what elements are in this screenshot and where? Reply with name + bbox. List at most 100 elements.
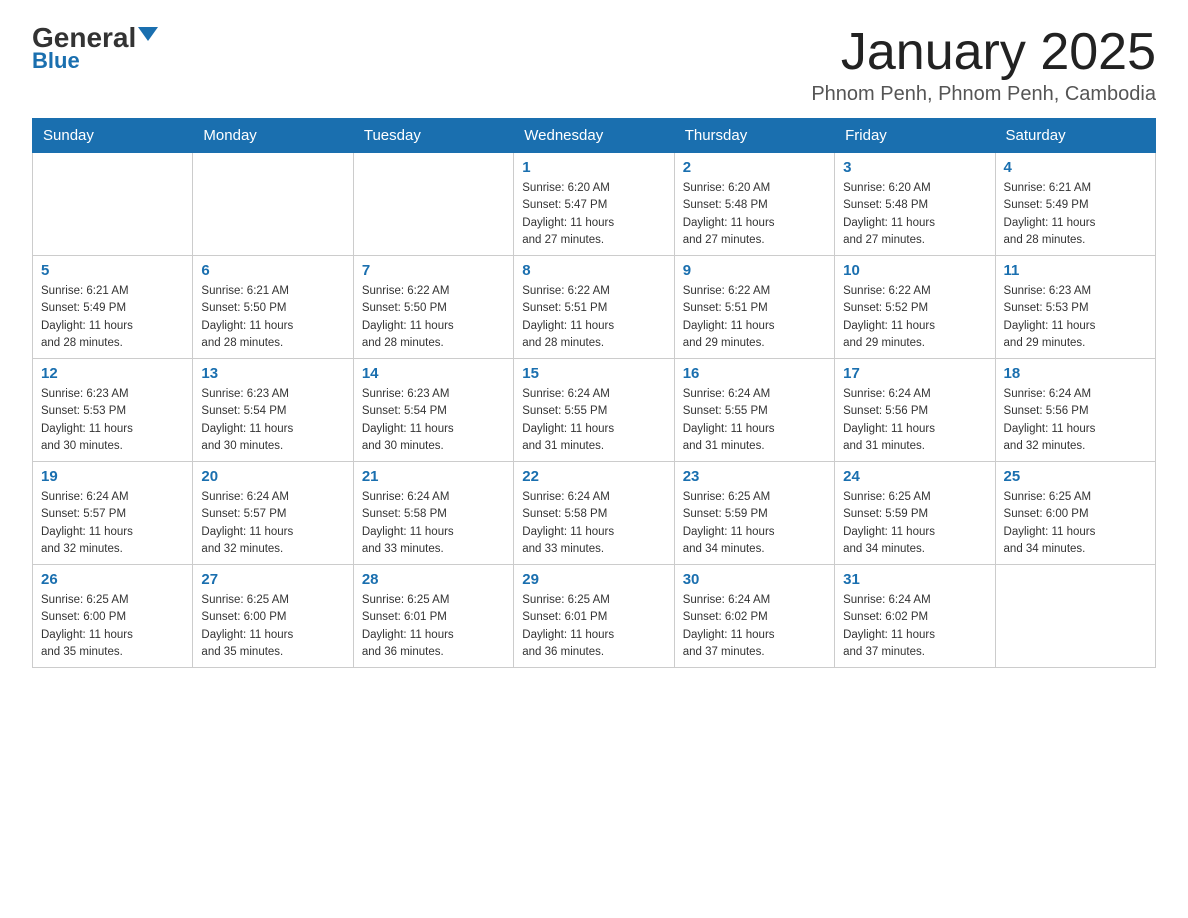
page-header: General Blue January 2025 Phnom Penh, Ph…	[32, 24, 1156, 106]
day-number: 18	[1004, 365, 1147, 382]
day-number: 19	[41, 468, 184, 485]
calendar-cell: 10 Sunrise: 6:22 AM Sunset: 5:52 PM Dayli…	[835, 256, 995, 359]
day-info: Sunrise: 6:23 AM Sunset: 5:53 PM Dayligh…	[1004, 283, 1147, 352]
day-info: Sunrise: 6:24 AM Sunset: 5:56 PM Dayligh…	[843, 386, 986, 455]
day-number: 31	[843, 571, 986, 588]
calendar-cell: 5 Sunrise: 6:21 AM Sunset: 5:49 PM Daylig…	[33, 256, 193, 359]
day-number: 2	[683, 159, 826, 176]
day-info: Sunrise: 6:21 AM Sunset: 5:49 PM Dayligh…	[41, 283, 184, 352]
calendar-cell: 21Sunrise: 6:24 AM Sunset: 5:58 PM Dayli…	[353, 462, 513, 565]
day-info: Sunrise: 6:25 AM Sunset: 5:59 PM Dayligh…	[843, 489, 986, 558]
calendar-week-row: 5 Sunrise: 6:21 AM Sunset: 5:49 PM Daylig…	[33, 256, 1156, 359]
day-info: Sunrise: 6:23 AM Sunset: 5:54 PM Dayligh…	[201, 386, 344, 455]
day-number: 17	[843, 365, 986, 382]
day-info: Sunrise: 6:22 AM Sunset: 5:51 PM Dayligh…	[522, 283, 665, 352]
calendar-week-row: 12Sunrise: 6:23 AM Sunset: 5:53 PM Dayli…	[33, 359, 1156, 462]
day-number: 14	[362, 365, 505, 382]
logo: General Blue	[32, 24, 158, 74]
day-number: 20	[201, 468, 344, 485]
day-number: 1	[522, 159, 665, 176]
calendar-cell: 8 Sunrise: 6:22 AM Sunset: 5:51 PM Daylig…	[514, 256, 674, 359]
calendar-cell: 3 Sunrise: 6:20 AM Sunset: 5:48 PM Daylig…	[835, 153, 995, 256]
calendar-cell: 27 Sunrise: 6:25 AM Sunset: 6:00 PM Dayli…	[193, 565, 353, 668]
day-info: Sunrise: 6:22 AM Sunset: 5:52 PM Dayligh…	[843, 283, 986, 352]
day-info: Sunrise: 6:20 AM Sunset: 5:47 PM Dayligh…	[522, 180, 665, 249]
day-number: 28	[362, 571, 505, 588]
calendar-day-header: Thursday	[674, 119, 834, 153]
day-number: 23	[683, 468, 826, 485]
day-info: Sunrise: 6:25 AM Sunset: 6:01 PM Dayligh…	[362, 592, 505, 661]
logo-triangle-icon	[138, 27, 158, 41]
day-info: Sunrise: 6:24 AM Sunset: 5:58 PM Dayligh…	[362, 489, 505, 558]
calendar-cell	[995, 565, 1155, 668]
calendar-cell: 25Sunrise: 6:25 AM Sunset: 6:00 PM Dayli…	[995, 462, 1155, 565]
day-info: Sunrise: 6:24 AM Sunset: 5:55 PM Dayligh…	[683, 386, 826, 455]
day-number: 25	[1004, 468, 1147, 485]
day-number: 26	[41, 571, 184, 588]
calendar-day-header: Saturday	[995, 119, 1155, 153]
day-info: Sunrise: 6:24 AM Sunset: 5:57 PM Dayligh…	[41, 489, 184, 558]
calendar-week-row: 26 Sunrise: 6:25 AM Sunset: 6:00 PM Dayli…	[33, 565, 1156, 668]
calendar-day-header: Wednesday	[514, 119, 674, 153]
day-info: Sunrise: 6:21 AM Sunset: 5:50 PM Dayligh…	[201, 283, 344, 352]
day-number: 29	[522, 571, 665, 588]
calendar-cell	[193, 153, 353, 256]
day-number: 22	[522, 468, 665, 485]
calendar-cell: 26Sunrise: 6:25 AM Sunset: 6:00 PM Dayli…	[33, 565, 193, 668]
calendar-week-row: 19 Sunrise: 6:24 AM Sunset: 5:57 PM Dayli…	[33, 462, 1156, 565]
day-info: Sunrise: 6:22 AM Sunset: 5:50 PM Dayligh…	[362, 283, 505, 352]
calendar-day-header: Tuesday	[353, 119, 513, 153]
calendar-cell: 11 Sunrise: 6:23 AM Sunset: 5:53 PM Dayli…	[995, 256, 1155, 359]
calendar-cell: 17 Sunrise: 6:24 AM Sunset: 5:56 PM Dayli…	[835, 359, 995, 462]
day-number: 27	[201, 571, 344, 588]
calendar-cell: 13 Sunrise: 6:23 AM Sunset: 5:54 PM Dayli…	[193, 359, 353, 462]
day-info: Sunrise: 6:24 AM Sunset: 6:02 PM Dayligh…	[683, 592, 826, 661]
calendar-cell: 19 Sunrise: 6:24 AM Sunset: 5:57 PM Dayli…	[33, 462, 193, 565]
day-info: Sunrise: 6:24 AM Sunset: 5:55 PM Dayligh…	[522, 386, 665, 455]
day-number: 13	[201, 365, 344, 382]
calendar-cell	[33, 153, 193, 256]
day-number: 11	[1004, 262, 1147, 279]
calendar-cell: 18Sunrise: 6:24 AM Sunset: 5:56 PM Dayli…	[995, 359, 1155, 462]
calendar-cell: 23 Sunrise: 6:25 AM Sunset: 5:59 PM Dayli…	[674, 462, 834, 565]
calendar-cell: 14 Sunrise: 6:23 AM Sunset: 5:54 PM Dayli…	[353, 359, 513, 462]
calendar-cell: 16 Sunrise: 6:24 AM Sunset: 5:55 PM Dayli…	[674, 359, 834, 462]
subtitle: Phnom Penh, Phnom Penh, Cambodia	[811, 83, 1156, 106]
day-info: Sunrise: 6:23 AM Sunset: 5:54 PM Dayligh…	[362, 386, 505, 455]
calendar-cell	[353, 153, 513, 256]
calendar-day-header: Friday	[835, 119, 995, 153]
calendar-cell: 31 Sunrise: 6:24 AM Sunset: 6:02 PM Dayli…	[835, 565, 995, 668]
calendar-cell: 2 Sunrise: 6:20 AM Sunset: 5:48 PM Daylig…	[674, 153, 834, 256]
calendar-cell: 7 Sunrise: 6:22 AM Sunset: 5:50 PM Daylig…	[353, 256, 513, 359]
calendar-day-header: Monday	[193, 119, 353, 153]
calendar-cell: 29Sunrise: 6:25 AM Sunset: 6:01 PM Dayli…	[514, 565, 674, 668]
day-info: Sunrise: 6:21 AM Sunset: 5:49 PM Dayligh…	[1004, 180, 1147, 249]
day-number: 15	[522, 365, 665, 382]
day-number: 7	[362, 262, 505, 279]
title-area: January 2025 Phnom Penh, Phnom Penh, Cam…	[811, 24, 1156, 106]
calendar-cell: 20 Sunrise: 6:24 AM Sunset: 5:57 PM Dayli…	[193, 462, 353, 565]
day-number: 16	[683, 365, 826, 382]
day-number: 8	[522, 262, 665, 279]
day-info: Sunrise: 6:20 AM Sunset: 5:48 PM Dayligh…	[683, 180, 826, 249]
main-title: January 2025	[811, 24, 1156, 81]
day-info: Sunrise: 6:25 AM Sunset: 5:59 PM Dayligh…	[683, 489, 826, 558]
calendar-cell: 30Sunrise: 6:24 AM Sunset: 6:02 PM Dayli…	[674, 565, 834, 668]
day-info: Sunrise: 6:25 AM Sunset: 6:00 PM Dayligh…	[201, 592, 344, 661]
calendar-week-row: 1 Sunrise: 6:20 AM Sunset: 5:47 PM Daylig…	[33, 153, 1156, 256]
calendar-cell: 24 Sunrise: 6:25 AM Sunset: 5:59 PM Dayli…	[835, 462, 995, 565]
day-number: 3	[843, 159, 986, 176]
day-info: Sunrise: 6:24 AM Sunset: 6:02 PM Dayligh…	[843, 592, 986, 661]
day-number: 10	[843, 262, 986, 279]
calendar-cell: 22Sunrise: 6:24 AM Sunset: 5:58 PM Dayli…	[514, 462, 674, 565]
day-info: Sunrise: 6:20 AM Sunset: 5:48 PM Dayligh…	[843, 180, 986, 249]
day-info: Sunrise: 6:24 AM Sunset: 5:57 PM Dayligh…	[201, 489, 344, 558]
day-number: 4	[1004, 159, 1147, 176]
day-number: 24	[843, 468, 986, 485]
calendar-table: SundayMondayTuesdayWednesdayThursdayFrid…	[32, 118, 1156, 668]
calendar-cell: 15 Sunrise: 6:24 AM Sunset: 5:55 PM Dayli…	[514, 359, 674, 462]
calendar-cell: 4 Sunrise: 6:21 AM Sunset: 5:49 PM Daylig…	[995, 153, 1155, 256]
calendar-cell: 6Sunrise: 6:21 AM Sunset: 5:50 PM Daylig…	[193, 256, 353, 359]
day-number: 5	[41, 262, 184, 279]
calendar-cell: 9Sunrise: 6:22 AM Sunset: 5:51 PM Daylig…	[674, 256, 834, 359]
